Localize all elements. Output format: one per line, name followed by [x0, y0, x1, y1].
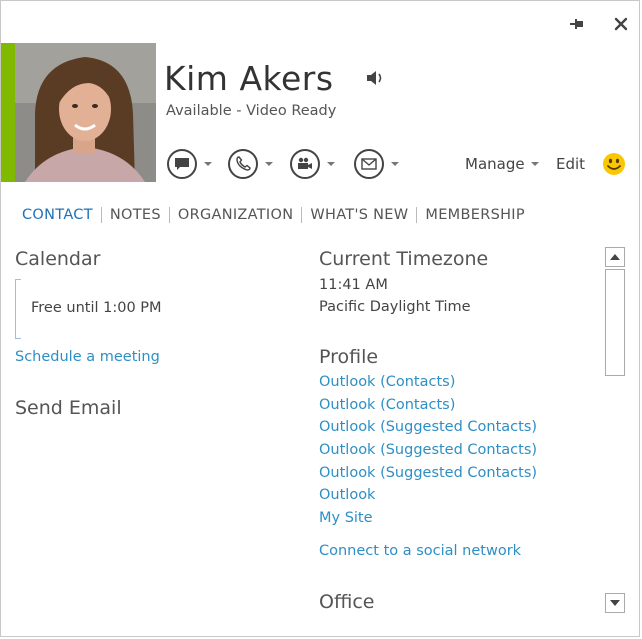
profile-link-my-site[interactable]: My Site: [319, 510, 373, 526]
profile-link[interactable]: Outlook: [319, 487, 375, 503]
scroll-down-button[interactable]: [605, 593, 625, 613]
contact-photo: [15, 43, 156, 182]
profile-link[interactable]: Outlook (Suggested Contacts): [319, 465, 537, 481]
triangle-up-icon: [610, 254, 620, 260]
im-button[interactable]: [167, 147, 212, 181]
chevron-down-icon: [265, 162, 273, 166]
speaker-icon[interactable]: [365, 69, 387, 87]
envelope-icon: [354, 149, 384, 179]
edit-button[interactable]: Edit: [556, 155, 585, 173]
timezone-heading: Current Timezone: [319, 248, 489, 270]
calendar-free-text: Free until 1:00 PM: [31, 300, 162, 316]
timezone-time: 11:41 AM: [319, 277, 388, 293]
call-button[interactable]: [228, 147, 273, 181]
chat-icon: [167, 149, 197, 179]
calendar-free-indicator: [15, 279, 21, 339]
manage-menu-button[interactable]: Manage: [465, 155, 539, 173]
email-button[interactable]: [354, 147, 399, 181]
pin-icon[interactable]: [567, 14, 587, 34]
profile-link[interactable]: Outlook (Suggested Contacts): [319, 442, 537, 458]
manage-label: Manage: [465, 155, 525, 173]
video-camera-icon: [290, 149, 320, 179]
contact-card-window: Kim Akers Available - Video Ready Manage…: [0, 0, 640, 637]
triangle-down-icon: [610, 600, 620, 606]
chevron-down-icon: [204, 162, 212, 166]
presence-status: Available - Video Ready: [166, 103, 337, 119]
chevron-down-icon: [391, 162, 399, 166]
scroll-thumb[interactable]: [605, 269, 625, 376]
tab-organization[interactable]: ORGANIZATION: [170, 207, 302, 223]
contact-name: Kim Akers: [164, 59, 334, 98]
schedule-meeting-link[interactable]: Schedule a meeting: [15, 349, 160, 365]
profile-heading: Profile: [319, 346, 379, 368]
send-email-heading[interactable]: Send Email: [15, 397, 122, 419]
office-heading: Office: [319, 591, 375, 613]
tab-membership[interactable]: MEMBERSHIP: [417, 207, 533, 223]
scrollbar[interactable]: [605, 247, 627, 615]
chevron-down-icon: [530, 162, 539, 166]
close-icon[interactable]: [611, 14, 631, 34]
timezone-zone: Pacific Daylight Time: [319, 299, 471, 315]
tab-whats-new[interactable]: WHAT'S NEW: [302, 207, 416, 223]
smiley-icon[interactable]: [602, 152, 626, 176]
video-button[interactable]: [290, 147, 335, 181]
tab-notes[interactable]: NOTES: [102, 207, 169, 223]
scroll-up-button[interactable]: [605, 247, 625, 267]
tab-contact[interactable]: CONTACT: [15, 207, 101, 223]
connect-social-network-link[interactable]: Connect to a social network: [319, 543, 521, 559]
tab-bar: CONTACT NOTES ORGANIZATION WHAT'S NEW ME…: [15, 204, 533, 226]
phone-icon: [228, 149, 258, 179]
profile-link[interactable]: Outlook (Contacts): [319, 374, 455, 390]
profile-link[interactable]: Outlook (Suggested Contacts): [319, 419, 537, 435]
calendar-heading: Calendar: [15, 248, 101, 270]
profile-link[interactable]: Outlook (Contacts): [319, 397, 455, 413]
chevron-down-icon: [327, 162, 335, 166]
presence-indicator: [1, 43, 16, 182]
